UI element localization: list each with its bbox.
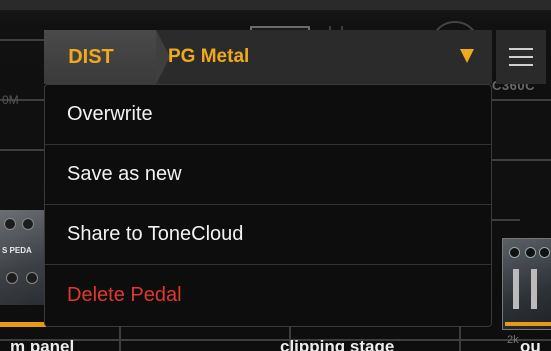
pedal-accent-bar-right [505,322,551,326]
section-label-right[interactable]: ou [520,337,541,351]
pedal-label: S PEDA [2,246,32,255]
section-label-center[interactable]: clipping stage [280,337,394,351]
preset-options-menu: Overwrite Save as new Share to ToneCloud… [44,84,492,327]
pedal-thumbnail-right[interactable] [502,238,551,330]
section-label-left[interactable]: m panel [10,337,74,351]
menu-item-delete-pedal[interactable]: Delete Pedal [45,265,491,325]
category-tab[interactable]: DIST [44,30,170,84]
pedal-thumbnail-left[interactable]: S PEDA [0,210,46,305]
schematic-left-label: 0M [2,93,19,107]
pedal-accent-bar-left [0,322,46,327]
preset-header: DIST PG Metal [44,30,492,84]
hamburger-menu-button[interactable] [496,30,546,84]
triangle-down-icon[interactable] [460,49,474,63]
menu-item-overwrite[interactable]: Overwrite [45,85,491,145]
preset-name[interactable]: PG Metal [168,30,249,84]
hamburger-menu-icon [509,48,533,50]
menu-item-share-tonecloud[interactable]: Share to ToneCloud [45,205,491,265]
category-tab-label: DIST [68,45,114,68]
knob-icon [22,218,34,230]
knob-icon [26,272,38,284]
knob-icon [6,272,18,284]
knob-icon [4,218,16,230]
switch-icon [531,269,537,309]
menu-item-save-as-new[interactable]: Save as new [45,145,491,205]
switch-icon [513,269,519,309]
knob-icon [539,247,550,258]
app-screen: 47Ω 2n7 C360C 0M 2k S PEDA m panel clipp… [0,0,551,351]
knob-icon [525,247,536,258]
hamburger-menu-icon [509,56,533,58]
knob-icon [509,247,520,258]
hamburger-menu-icon [509,64,533,66]
schematic-2k-label: 2k [507,334,519,346]
